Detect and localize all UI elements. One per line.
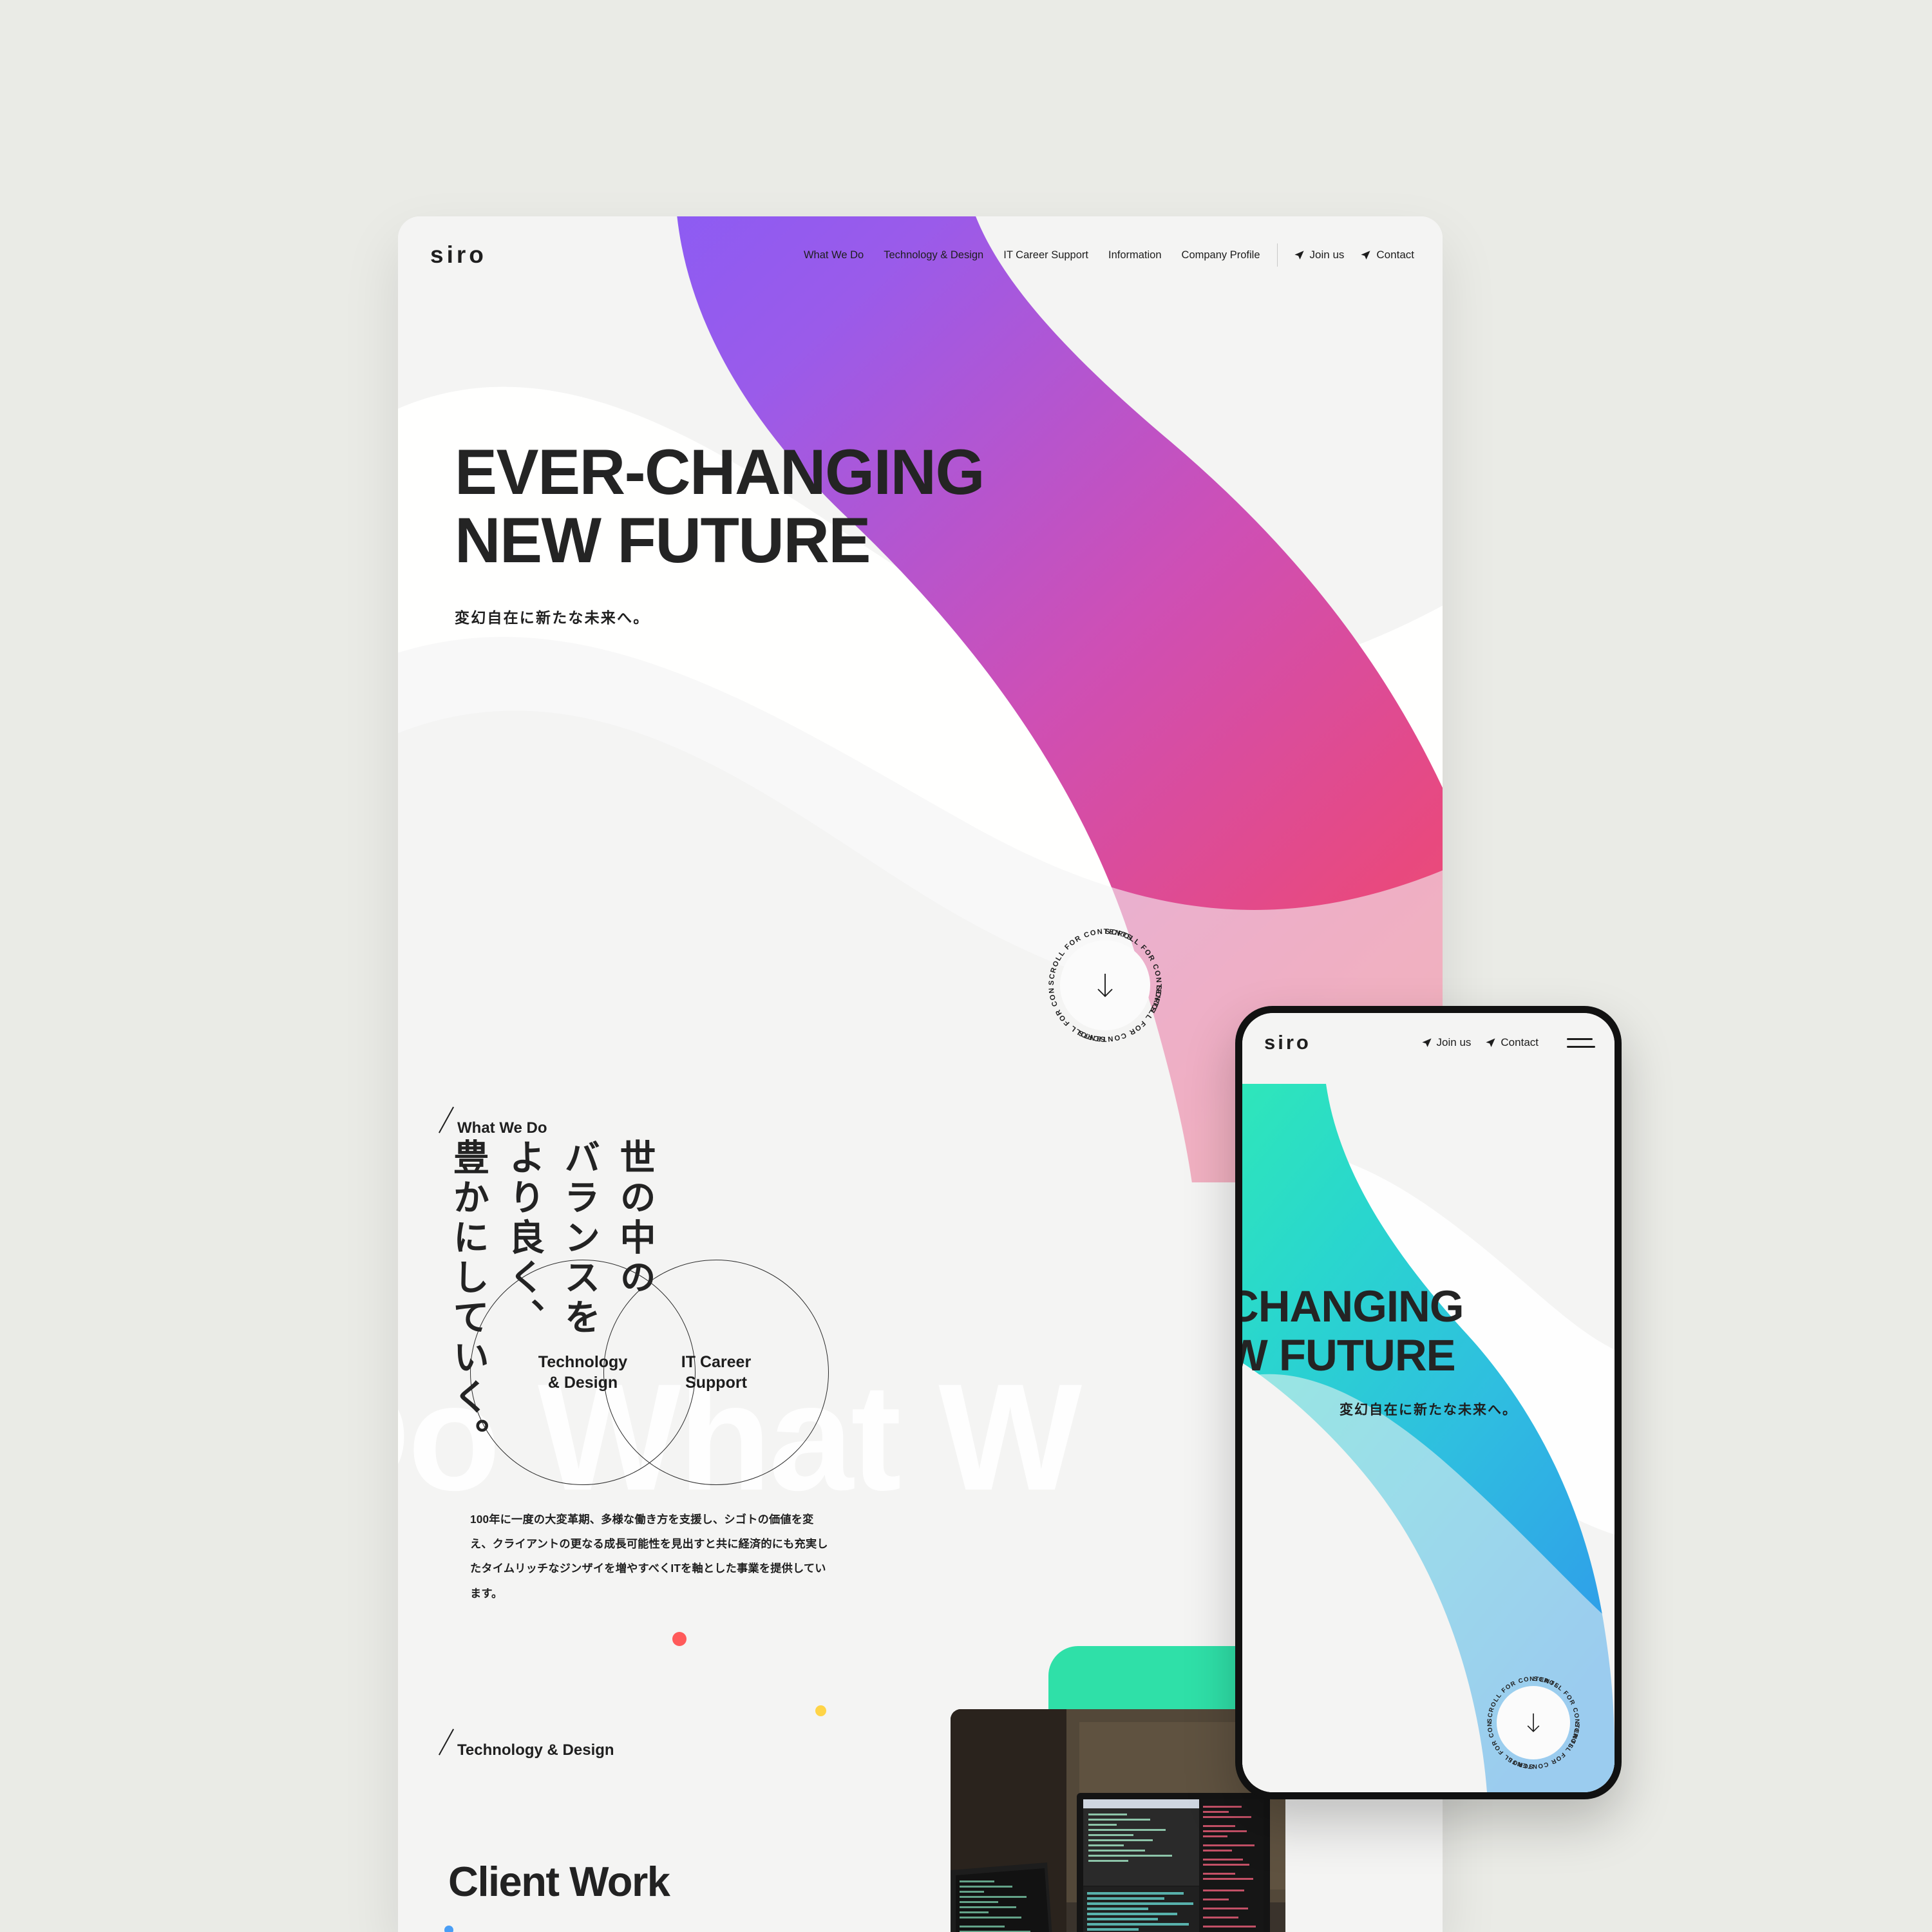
nav-item-technology-design[interactable]: Technology & Design bbox=[884, 249, 983, 261]
hamburger-bar bbox=[1567, 1045, 1595, 1048]
logo[interactable]: siro bbox=[430, 242, 487, 269]
venn-label: IT Career Support bbox=[681, 1352, 752, 1392]
client-work-section: Client Work Webマーケティングにおける戦略・施策立案から各種サイト… bbox=[448, 1857, 860, 1932]
contact-label: Contact bbox=[1376, 249, 1414, 261]
contact-button[interactable]: Contact bbox=[1485, 1036, 1539, 1049]
mobile-screen: siro Join us Contact HANGING W FUTURE 変幻… bbox=[1242, 1013, 1615, 1792]
mobile-phone-mockup: siro Join us Contact HANGING W FUTURE 変幻… bbox=[1235, 1006, 1622, 1799]
section-label-text: What We Do bbox=[457, 1119, 547, 1137]
contact-label: Contact bbox=[1501, 1036, 1539, 1048]
hamburger-menu-icon[interactable] bbox=[1567, 1037, 1595, 1048]
join-us-button[interactable]: Join us bbox=[1294, 249, 1345, 261]
send-icon bbox=[1360, 250, 1371, 261]
section-label-what-we-do: What We Do bbox=[438, 1105, 547, 1137]
scroll-for-contents-badge[interactable]: SCROLL FOR CONTENTS SCROLL FOR CONTENTS … bbox=[1042, 922, 1168, 1048]
join-us-label: Join us bbox=[1436, 1036, 1472, 1048]
join-us-label: Join us bbox=[1309, 249, 1345, 261]
mobile-scroll-for-contents-badge[interactable]: SCROLL FOR CONTENTS SCROLL FOR CONTENTS … bbox=[1482, 1671, 1585, 1774]
client-work-title: Client Work bbox=[448, 1858, 670, 1905]
nav-item-it-career-support[interactable]: IT Career Support bbox=[1003, 249, 1088, 261]
mobile-hero-headline-line1: EVER-CHANGING bbox=[1242, 1282, 1464, 1331]
hero-headline-line2: NEW FUTURE bbox=[455, 504, 871, 576]
logo[interactable]: siro bbox=[1264, 1031, 1311, 1054]
contact-button[interactable]: Contact bbox=[1360, 249, 1414, 261]
mobile-header: siro Join us Contact bbox=[1242, 1013, 1615, 1072]
hero-copy: EVER-CHANGING NEW FUTURE 変幻自在に新たな未来へ。 bbox=[455, 436, 985, 627]
nav-item-information[interactable]: Information bbox=[1108, 249, 1162, 261]
nav-item-company-profile[interactable]: Company Profile bbox=[1182, 249, 1260, 261]
section-label-text: Technology & Design bbox=[457, 1741, 614, 1759]
send-icon bbox=[1485, 1037, 1496, 1048]
venn-circle-it-career-support[interactable]: IT Career Support bbox=[603, 1260, 829, 1485]
send-icon bbox=[1294, 250, 1305, 261]
send-icon bbox=[1421, 1037, 1432, 1048]
hamburger-bar bbox=[1567, 1037, 1593, 1040]
join-us-button[interactable]: Join us bbox=[1421, 1036, 1472, 1049]
nav-divider bbox=[1276, 243, 1278, 267]
hero-subtitle: 変幻自在に新たな未来へ。 bbox=[455, 609, 650, 626]
arrow-down-icon bbox=[1097, 974, 1113, 998]
section-label-technology-design: Technology & Design bbox=[438, 1727, 614, 1759]
hero-headline-line1: EVER-CHANGING bbox=[455, 436, 985, 507]
desktop-header: siro What We Do Technology & Design IT C… bbox=[398, 216, 1443, 294]
what-we-do-paragraph: 100年に一度の大変革期、多様な働き方を支援し、シゴトの価値を変え、クライアント… bbox=[470, 1513, 828, 1600]
primary-navigation: What We Do Technology & Design IT Career… bbox=[784, 243, 1414, 267]
mobile-hero-subtitle: 変幻自在に新たな未来へ。 bbox=[1340, 1403, 1517, 1417]
arrow-down-icon bbox=[1527, 1713, 1540, 1732]
decorative-dot-red bbox=[672, 1632, 687, 1646]
mobile-hero-copy: EVER-CHANGING TO NEW FUTURE bbox=[1242, 1282, 1464, 1380]
decorative-dot-yellow bbox=[815, 1705, 826, 1716]
mobile-navigation: Join us Contact bbox=[1421, 1036, 1595, 1049]
mobile-hero-headline-line2: TO NEW FUTURE bbox=[1242, 1330, 1456, 1380]
nav-item-what-we-do[interactable]: What We Do bbox=[804, 249, 864, 261]
